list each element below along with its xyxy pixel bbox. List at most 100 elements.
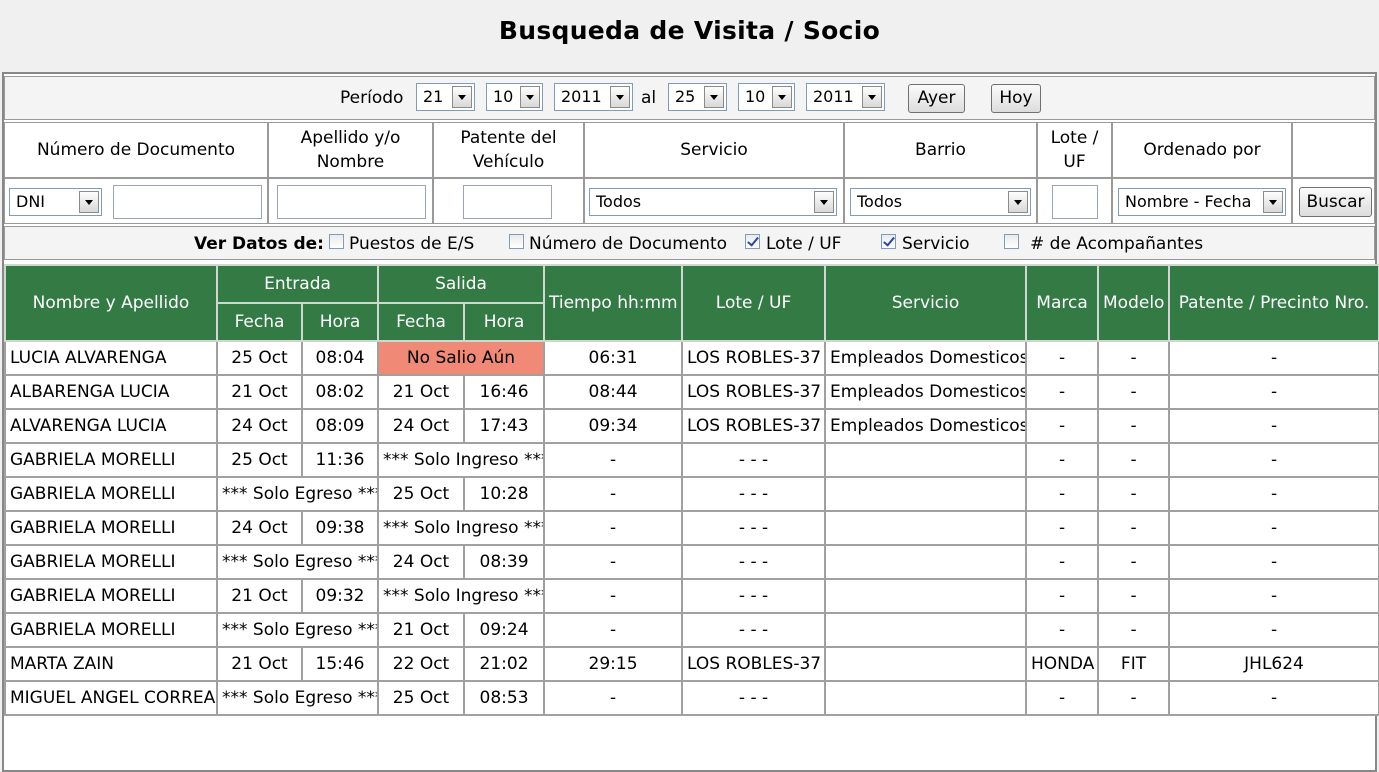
today-button[interactable]: Hoy — [991, 84, 1041, 113]
table-row: GABRIELA MORELLI 21 Oct 09:32 *** Solo I… — [4, 578, 1379, 614]
cell-entry-status: *** Solo Egreso *** — [215, 612, 380, 648]
cell-brand: - — [1025, 340, 1100, 376]
checkbox-document-label: Número de Documento — [529, 234, 728, 254]
cell-lot: - - - — [681, 544, 827, 580]
cell-plate: - — [1168, 340, 1379, 376]
cell-service: Empleados Domesticos — [824, 374, 1028, 410]
cell-plate: - — [1168, 408, 1379, 444]
cell-model: - — [1097, 476, 1171, 512]
cell-exit-hour: 08:39 — [463, 544, 546, 580]
cell-plate: - — [1168, 612, 1379, 648]
col-lot-header: Lote / UF — [681, 264, 827, 342]
cell-lot: - - - — [681, 476, 827, 512]
cell-entry-hour: 09:38 — [300, 510, 380, 546]
lot-input[interactable] — [1052, 185, 1098, 219]
cell-brand: - — [1025, 612, 1100, 648]
to-year-select[interactable]: 2011 — [806, 83, 885, 111]
page-title: Busqueda de Visita / Socio — [498, 16, 881, 45]
cell-time: - — [543, 680, 684, 716]
cell-brand: - — [1025, 510, 1100, 546]
chevron-down-icon — [862, 86, 882, 108]
from-day-select[interactable]: 21 — [416, 83, 475, 111]
cell-plate: - — [1168, 476, 1379, 512]
order-value: Nombre - Fecha — [1125, 192, 1252, 211]
cell-name: GABRIELA MORELLI — [4, 442, 218, 478]
cell-entry-date: 25 Oct — [216, 442, 303, 478]
table-row: GABRIELA MORELLI 25 Oct 11:36 *** Solo I… — [4, 442, 1379, 478]
cell-exit-hour: 17:43 — [463, 408, 546, 444]
cell-entry-hour: 15:46 — [300, 646, 380, 682]
cell-time: - — [543, 510, 684, 546]
neighborhood-select[interactable]: Todos — [850, 188, 1031, 216]
cell-service: Empleados Domesticos — [824, 340, 1028, 376]
name-header: Apellido y/o Nombre — [268, 122, 433, 178]
checkbox-stations[interactable] — [329, 234, 344, 249]
cell-brand: - — [1025, 408, 1100, 444]
cell-exit-date: 25 Oct — [377, 476, 466, 512]
cell-name: MIGUEL ANGEL CORREA — [4, 680, 218, 716]
from-year-select[interactable]: 2011 — [554, 83, 633, 111]
cell-time: 29:15 — [543, 646, 684, 682]
to-day-select[interactable]: 25 — [668, 83, 727, 111]
cell-service — [824, 442, 1028, 478]
cell-entry-date: 24 Oct — [216, 408, 303, 444]
chevron-down-icon — [610, 86, 630, 108]
col-exit-hour-header: Hora — [463, 302, 546, 342]
col-exit-date-header: Fecha — [377, 302, 466, 342]
from-month-value: 10 — [493, 87, 514, 106]
cell-model: - — [1097, 544, 1171, 580]
neighborhood-header: Barrio — [844, 122, 1037, 178]
cell-exit-hour: 16:46 — [463, 374, 546, 410]
lot-header: Lote / UF — [1037, 122, 1112, 178]
from-day-value: 21 — [423, 87, 444, 106]
col-brand-header: Marca — [1025, 264, 1100, 342]
cell-exit-status: *** Solo Ingreso *** — [377, 510, 546, 546]
order-select[interactable]: Nombre - Fecha — [1118, 188, 1286, 216]
cell-name: GABRIELA MORELLI — [4, 612, 218, 648]
to-month-select[interactable]: 10 — [738, 83, 795, 111]
service-header: Servicio — [584, 122, 844, 178]
checkbox-lot[interactable] — [745, 234, 760, 249]
search-header-spacer — [1292, 122, 1375, 178]
from-month-select[interactable]: 10 — [486, 83, 543, 111]
search-button[interactable]: Buscar — [1299, 187, 1372, 217]
checkbox-companions[interactable] — [1004, 234, 1019, 249]
cell-lot: LOS ROBLES-37 — [681, 408, 827, 444]
cell-time: - — [543, 612, 684, 648]
cell-lot: - - - — [681, 612, 827, 648]
from-year-value: 2011 — [561, 87, 602, 106]
cell-service — [824, 612, 1028, 648]
cell-name: ALVARENGA LUCIA — [4, 408, 218, 444]
cell-brand: HONDA — [1025, 646, 1100, 682]
name-input[interactable] — [277, 185, 426, 219]
table-row: ALVARENGA LUCIA 24 Oct 08:09 24 Oct 17:4… — [4, 408, 1379, 444]
cell-time: - — [543, 578, 684, 614]
checkbox-document[interactable] — [509, 234, 524, 249]
cell-time: 08:44 — [543, 374, 684, 410]
cell-time: 09:34 — [543, 408, 684, 444]
plate-header: Patente del Vehículo — [433, 122, 584, 178]
plate-input[interactable] — [463, 185, 552, 219]
cell-time: - — [543, 544, 684, 580]
cell-service — [824, 510, 1028, 546]
view-options-label: Ver Datos de: — [194, 234, 324, 254]
col-service-header: Servicio — [824, 264, 1028, 342]
document-type-value: DNI — [16, 192, 46, 211]
service-select[interactable]: Todos — [589, 188, 837, 216]
document-type-select[interactable]: DNI — [9, 188, 102, 216]
cell-model: - — [1097, 408, 1171, 444]
yesterday-button[interactable]: Ayer — [908, 84, 965, 113]
cell-model: FIT — [1097, 646, 1171, 682]
cell-name: ALBARENGA LUCIA — [4, 374, 218, 410]
cell-lot: LOS ROBLES-37 — [681, 340, 827, 376]
col-model-header: Modelo — [1097, 264, 1171, 342]
cell-lot: - - - — [681, 510, 827, 546]
document-header: Número de Documento — [4, 122, 268, 178]
table-row: GABRIELA MORELLI *** Solo Egreso *** 21 … — [4, 612, 1379, 648]
cell-service — [824, 646, 1028, 682]
checkbox-service[interactable] — [881, 234, 896, 249]
document-number-input[interactable] — [113, 185, 262, 219]
cell-model: - — [1097, 612, 1171, 648]
cell-plate: - — [1168, 680, 1379, 716]
cell-name: GABRIELA MORELLI — [4, 578, 218, 614]
